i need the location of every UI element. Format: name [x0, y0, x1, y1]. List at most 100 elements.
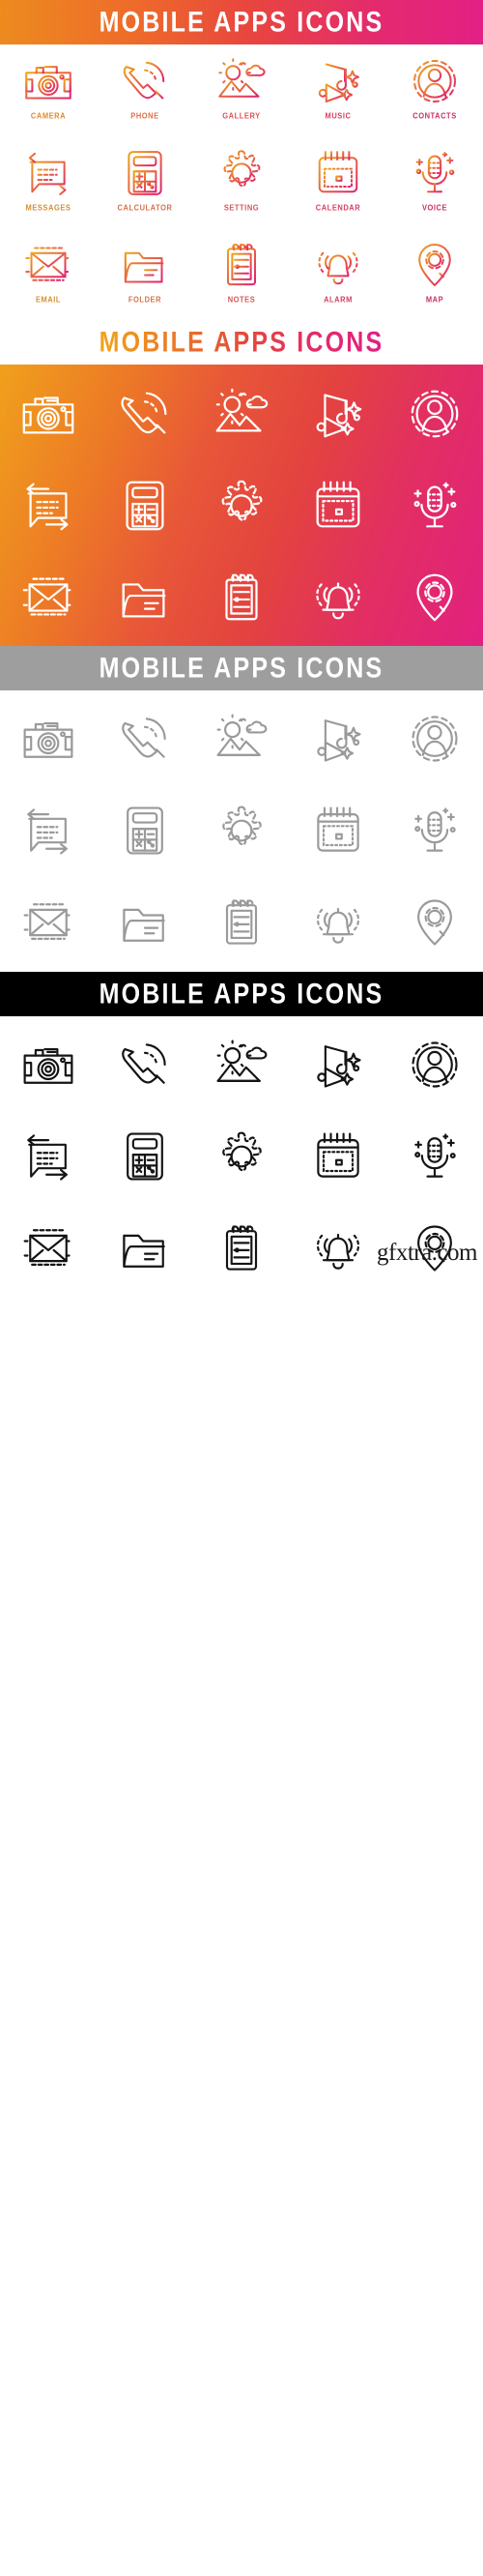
icon-cell-calendar[interactable]: CALENDAR	[290, 136, 386, 228]
icon-cell-alarm[interactable]	[290, 1206, 386, 1298]
phone-icon[interactable]	[118, 54, 172, 108]
icon-cell-music[interactable]: MUSIC	[290, 44, 386, 136]
icon-cell-setting[interactable]: SETTING	[193, 136, 290, 228]
messages-icon[interactable]	[18, 476, 78, 536]
map-pin-icon[interactable]	[405, 568, 465, 628]
folder-icon[interactable]	[116, 893, 174, 951]
icon-cell-camera[interactable]	[0, 696, 97, 788]
icon-cell-voice[interactable]: VOICE	[386, 136, 483, 228]
icon-cell-camera[interactable]	[0, 370, 97, 462]
icon-cell-calendar[interactable]	[290, 788, 386, 880]
calculator-icon[interactable]	[115, 476, 175, 536]
messages-icon[interactable]	[21, 146, 75, 200]
music-icon[interactable]	[309, 710, 367, 768]
phone-icon[interactable]	[116, 1036, 174, 1094]
icon-cell-folder[interactable]	[97, 554, 193, 646]
icon-cell-messages[interactable]: MESSAGES	[0, 136, 97, 228]
phone-icon[interactable]	[115, 384, 175, 444]
calculator-icon[interactable]	[116, 1127, 174, 1186]
icon-cell-notes[interactable]: NOTES	[193, 228, 290, 320]
alarm-bell-icon[interactable]	[309, 1219, 367, 1277]
icon-cell-calendar[interactable]	[290, 1114, 386, 1206]
icon-cell-messages[interactable]	[0, 462, 97, 554]
contacts-icon[interactable]	[406, 1036, 464, 1094]
microphone-icon[interactable]	[406, 1127, 464, 1186]
calendar-icon[interactable]	[308, 476, 368, 536]
messages-icon[interactable]	[19, 1127, 77, 1186]
camera-icon[interactable]	[19, 710, 77, 768]
map-pin-icon[interactable]	[406, 893, 464, 951]
notes-clipboard-icon[interactable]	[213, 1219, 270, 1277]
icon-cell-folder[interactable]: FOLDER	[97, 228, 193, 320]
notes-clipboard-icon[interactable]	[212, 568, 271, 628]
music-icon[interactable]	[309, 1036, 367, 1094]
settings-gear-icon[interactable]	[212, 476, 271, 536]
icon-cell-music[interactable]	[290, 1022, 386, 1114]
gallery-icon[interactable]	[213, 1036, 270, 1094]
alarm-bell-icon[interactable]	[308, 568, 368, 628]
folder-icon[interactable]	[115, 568, 175, 628]
icon-cell-gallery[interactable]	[193, 1022, 290, 1114]
email-envelope-icon[interactable]	[18, 568, 78, 628]
icon-cell-folder[interactable]	[97, 880, 193, 972]
icon-cell-alarm[interactable]	[290, 880, 386, 972]
contacts-icon[interactable]	[408, 54, 462, 108]
icon-cell-email[interactable]: EMAIL	[0, 228, 97, 320]
microphone-icon[interactable]	[406, 802, 464, 860]
icon-cell-phone[interactable]	[97, 696, 193, 788]
icon-cell-voice[interactable]	[386, 462, 483, 554]
icon-cell-alarm[interactable]: ALARM	[290, 228, 386, 320]
icon-cell-messages[interactable]	[0, 788, 97, 880]
icon-cell-alarm[interactable]	[290, 554, 386, 646]
alarm-bell-icon[interactable]	[309, 893, 367, 951]
phone-icon[interactable]	[116, 710, 174, 768]
microphone-icon[interactable]	[405, 476, 465, 536]
icon-cell-notes[interactable]	[193, 880, 290, 972]
folder-icon[interactable]	[116, 1219, 174, 1277]
camera-icon[interactable]	[18, 384, 78, 444]
contacts-icon[interactable]	[405, 384, 465, 444]
settings-gear-icon[interactable]	[214, 146, 269, 200]
icon-cell-voice[interactable]	[386, 1114, 483, 1206]
calendar-icon[interactable]	[309, 802, 367, 860]
icon-cell-map[interactable]	[386, 554, 483, 646]
icon-cell-messages[interactable]	[0, 1114, 97, 1206]
icon-cell-calculator[interactable]	[97, 462, 193, 554]
icon-cell-phone[interactable]: PHONE	[97, 44, 193, 136]
camera-icon[interactable]	[21, 54, 75, 108]
icon-cell-contacts[interactable]	[386, 370, 483, 462]
icon-cell-setting[interactable]	[193, 1114, 290, 1206]
music-icon[interactable]	[311, 54, 365, 108]
icon-cell-calculator[interactable]	[97, 1114, 193, 1206]
map-pin-icon[interactable]	[406, 1219, 464, 1277]
camera-icon[interactable]	[19, 1036, 77, 1094]
icon-cell-email[interactable]	[0, 880, 97, 972]
icon-cell-calendar[interactable]	[290, 462, 386, 554]
messages-icon[interactable]	[19, 802, 77, 860]
gallery-icon[interactable]	[212, 384, 271, 444]
icon-cell-contacts[interactable]	[386, 1022, 483, 1114]
music-icon[interactable]	[308, 384, 368, 444]
calendar-icon[interactable]	[311, 146, 365, 200]
icon-cell-calculator[interactable]	[97, 788, 193, 880]
calculator-icon[interactable]	[118, 146, 172, 200]
icon-cell-gallery[interactable]: GALLERY	[193, 44, 290, 136]
alarm-bell-icon[interactable]	[311, 238, 365, 292]
settings-gear-icon[interactable]	[213, 1127, 270, 1186]
icon-cell-setting[interactable]	[193, 788, 290, 880]
icon-cell-map[interactable]	[386, 880, 483, 972]
microphone-icon[interactable]	[408, 146, 462, 200]
map-pin-icon[interactable]	[408, 238, 462, 292]
icon-cell-voice[interactable]	[386, 788, 483, 880]
icon-cell-music[interactable]	[290, 370, 386, 462]
gallery-icon[interactable]	[213, 710, 270, 768]
icon-cell-notes[interactable]	[193, 1206, 290, 1298]
icon-cell-map[interactable]: MAP	[386, 228, 483, 320]
notes-clipboard-icon[interactable]	[214, 238, 269, 292]
settings-gear-icon[interactable]	[213, 802, 270, 860]
icon-cell-gallery[interactable]	[193, 370, 290, 462]
icon-cell-setting[interactable]	[193, 462, 290, 554]
icon-cell-notes[interactable]	[193, 554, 290, 646]
icon-cell-contacts[interactable]: CONTACTS	[386, 44, 483, 136]
gallery-icon[interactable]	[214, 54, 269, 108]
